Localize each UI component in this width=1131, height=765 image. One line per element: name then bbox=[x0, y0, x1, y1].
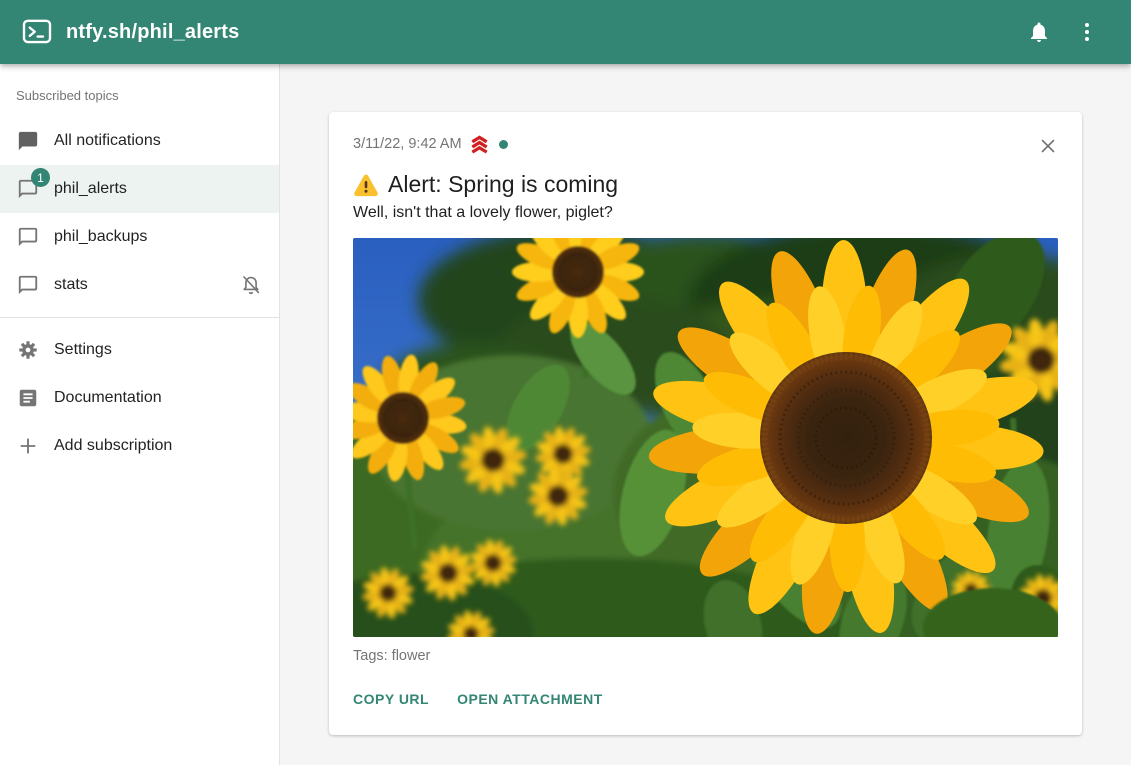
chat-outline-icon bbox=[16, 225, 40, 249]
gear-icon bbox=[16, 338, 40, 362]
attachment-image[interactable] bbox=[353, 238, 1058, 637]
chat-filled-icon bbox=[16, 129, 40, 153]
document-icon bbox=[16, 386, 40, 410]
notification-card: 3/11/22, 9:42 AM bbox=[329, 112, 1082, 735]
notification-title: Alert: Spring is coming bbox=[388, 171, 618, 198]
sidebar-item-label: All notifications bbox=[54, 132, 161, 150]
sidebar-item-add-subscription[interactable]: Add subscription bbox=[0, 422, 279, 470]
notifications-bell-button[interactable] bbox=[1015, 8, 1063, 56]
notification-tags: Tags: flower bbox=[353, 648, 1058, 664]
new-message-dot bbox=[499, 140, 508, 149]
subscribed-topics-label: Subscribed topics bbox=[0, 74, 279, 117]
terminal-icon bbox=[22, 18, 52, 46]
sidebar-item-documentation[interactable]: Documentation bbox=[0, 374, 279, 422]
overflow-menu-icon bbox=[1075, 20, 1099, 44]
sidebar-item-settings[interactable]: Settings bbox=[0, 326, 279, 374]
sidebar-item-label: stats bbox=[54, 276, 88, 294]
main-content: 3/11/22, 9:42 AM bbox=[280, 64, 1131, 765]
close-icon bbox=[1037, 135, 1059, 157]
sidebar: Subscribed topics All notifications 1 ph… bbox=[0, 64, 280, 765]
overflow-menu-button[interactable] bbox=[1063, 8, 1111, 56]
notifications-bell-icon bbox=[1027, 20, 1051, 44]
sidebar-item-label: Add subscription bbox=[54, 437, 172, 455]
bell-off-icon bbox=[239, 273, 263, 297]
sidebar-item-phil-backups[interactable]: phil_backups bbox=[0, 213, 279, 261]
sidebar-item-stats[interactable]: stats bbox=[0, 261, 279, 309]
app-bar: ntfy.sh/phil_alerts bbox=[0, 0, 1131, 64]
sidebar-item-label: Settings bbox=[54, 341, 112, 359]
plus-icon bbox=[16, 434, 40, 458]
copy-url-button[interactable]: COPY URL bbox=[353, 685, 429, 713]
close-button[interactable] bbox=[1028, 126, 1068, 166]
unread-count-badge: 1 bbox=[31, 168, 50, 187]
sidebar-item-phil-alerts[interactable]: 1 phil_alerts bbox=[0, 165, 279, 213]
sidebar-item-all-notifications[interactable]: All notifications bbox=[0, 117, 279, 165]
sidebar-item-label: phil_backups bbox=[54, 228, 147, 246]
notification-timestamp: 3/11/22, 9:42 AM bbox=[353, 136, 462, 152]
max-priority-chevrons-icon bbox=[468, 133, 491, 156]
open-attachment-button[interactable]: OPEN ATTACHMENT bbox=[457, 685, 603, 713]
page-title: ntfy.sh/phil_alerts bbox=[66, 21, 239, 44]
warning-emoji-icon bbox=[353, 173, 379, 197]
sidebar-divider bbox=[0, 317, 279, 318]
sidebar-item-label: Documentation bbox=[54, 389, 162, 407]
chat-outline-icon bbox=[16, 273, 40, 297]
sidebar-item-label: phil_alerts bbox=[54, 180, 127, 198]
notification-body: Well, isn't that a lovely flower, piglet… bbox=[353, 204, 1058, 222]
